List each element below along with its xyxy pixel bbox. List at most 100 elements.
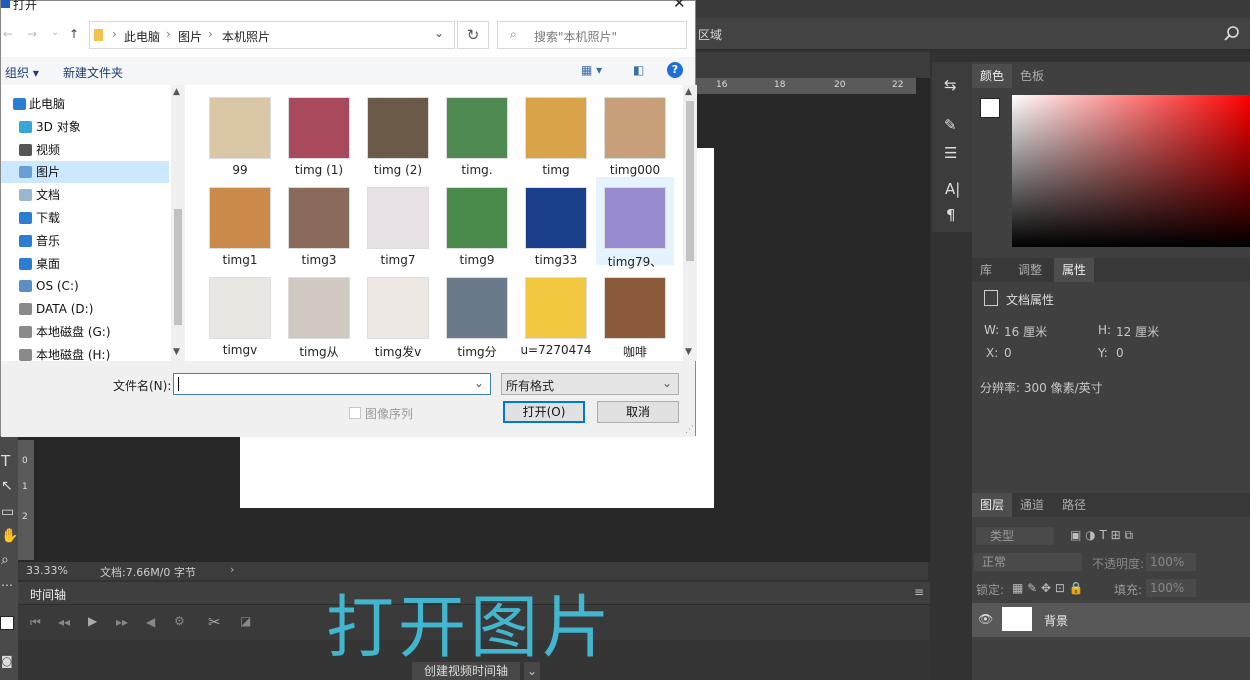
file-item[interactable]: u=7270474 [517,267,595,357]
breadcrumb-item[interactable]: 此电脑 [124,28,160,45]
blend-mode-select[interactable]: 正常 [974,553,1082,571]
eye-icon[interactable]: 👁 [978,612,993,626]
tab-swatches[interactable]: 色板 [1012,64,1052,88]
color-picker-field[interactable] [1012,95,1250,247]
layer-row[interactable]: 👁 背景 [972,603,1250,637]
history-icon[interactable]: ⇆ [944,76,957,94]
sidebar-item[interactable]: 音乐 [1,230,169,252]
resize-grip-icon[interactable]: ⋰ [685,425,694,435]
sequence-checkbox[interactable] [349,407,361,419]
ps-menu-fragment[interactable]: 区域 [698,26,722,43]
layer-filter[interactable]: 类型 [976,527,1054,545]
chevron-down-icon[interactable]: ⌄ [662,376,672,390]
type-tool-icon[interactable]: T [1,452,10,470]
tab-paths[interactable]: 路径 [1054,493,1094,517]
play-icon[interactable]: ▶ [88,614,97,628]
sidebar-item[interactable]: 3D 对象 [1,116,169,138]
help-icon[interactable]: ? [667,62,683,78]
file-item[interactable]: timg000 [596,87,674,177]
scroll-up-icon[interactable]: ▲ [173,87,180,97]
sidebar-item[interactable]: 图片 [1,161,169,184]
file-item[interactable]: timg. [438,87,516,177]
y-value[interactable]: 0 [1116,346,1124,360]
tab-layers[interactable]: 图层 [972,493,1013,517]
filename-input[interactable]: ⌄ [173,373,491,395]
tab-libraries[interactable]: 库 [972,258,1000,282]
layer-name[interactable]: 背景 [1044,612,1068,629]
file-item[interactable]: timg (1) [280,87,358,177]
recent-chevron-icon[interactable]: ⌄ [51,27,59,38]
file-item[interactable]: timg33 [517,177,595,267]
up-icon[interactable]: ↑ [69,27,79,41]
x-value[interactable]: 0 [1004,346,1012,360]
file-item[interactable]: timg7 [359,177,437,267]
sidebar-item[interactable]: DATA (D:) [1,298,169,320]
more-tools-icon[interactable]: ⋯ [1,578,13,592]
file-item[interactable]: 99 [201,87,279,177]
file-item[interactable]: timg [517,87,595,177]
file-item[interactable]: timgv [201,267,279,357]
scissors-icon[interactable]: ✂ [208,613,221,631]
tab-color[interactable]: 颜色 [972,64,1013,88]
foreground-color-swatch[interactable] [0,616,14,630]
new-folder-button[interactable]: 新建文件夹 [63,64,123,81]
refresh-icon[interactable]: ↻ [457,21,489,49]
preview-pane-icon[interactable]: ◧ [633,63,644,77]
breadcrumb-item[interactable]: 图片 [178,28,202,45]
sidebar-item[interactable]: 文档 [1,184,169,206]
chevron-down-icon[interactable]: ⌄ [434,26,444,40]
foreground-color-swatch[interactable] [980,98,1000,118]
search-icon[interactable] [1224,26,1240,42]
organize-button[interactable]: 组织 ▾ [5,64,39,81]
file-item[interactable]: timg1 [201,177,279,267]
first-frame-icon[interactable]: ⏮ [30,615,41,630]
paragraph-icon[interactable]: ¶ [946,206,956,224]
chevron-right-icon[interactable]: › [230,563,234,576]
close-icon[interactable]: ✕ [673,0,686,12]
view-mode-icon[interactable]: ▦ ▾ [581,63,602,77]
w-value[interactable]: 16 厘米 [1004,323,1047,340]
breadcrumb-item[interactable]: 本机照片 [222,28,270,45]
filetype-select[interactable]: 所有格式 ⌄ [501,373,679,395]
transition-icon[interactable]: ◪ [240,614,251,628]
forward-icon[interactable]: → [27,27,37,41]
path-select-icon[interactable]: ↖ [1,478,13,494]
fill-value[interactable]: 100% [1146,579,1196,597]
panel-menu-icon[interactable]: ≡ [914,585,924,599]
cancel-button[interactable]: 取消 [597,401,679,423]
shape-tool-icon[interactable]: ▭ [1,504,14,520]
file-item[interactable]: timg79、 [596,177,674,269]
lock-icons[interactable]: ▦ ✎ ✥ ⊡ 🔒 [1012,581,1084,595]
file-item[interactable]: 咖啡 [596,267,674,359]
search-box[interactable]: ⌕ 搜索"本机照片" [497,21,687,49]
character-icon[interactable]: A| [945,180,960,198]
brush-icon[interactable]: ✎ [944,116,957,134]
file-item[interactable]: timg3 [280,177,358,267]
sidebar-item[interactable]: 此电脑 [1,93,169,115]
timeline-tab[interactable]: 时间轴 [30,586,66,603]
sidebar-item[interactable]: 本地磁盘 (G:) [1,321,169,343]
address-bar[interactable]: › 此电脑 › 图片 › 本机照片 ⌄ [89,21,455,49]
brush-settings-icon[interactable]: ☰ [944,144,957,162]
scrollbar-thumb[interactable] [686,101,694,261]
back-icon[interactable]: ← [3,27,13,41]
next-frame-icon[interactable]: ▸▸ [116,615,128,629]
scroll-up-icon[interactable]: ▲ [685,87,692,97]
file-item[interactable]: timg发v [359,267,437,359]
tab-properties[interactable]: 属性 [1054,258,1095,282]
h-value[interactable]: 12 厘米 [1116,323,1159,340]
file-grid-scrollbar[interactable]: ▲ ▼ [683,85,697,361]
scroll-down-icon[interactable]: ▼ [685,347,692,357]
open-button[interactable]: 打开(O) [503,401,585,423]
scrollbar-thumb[interactable] [174,209,182,325]
sidebar-item[interactable]: 下载 [1,207,169,229]
hand-tool-icon[interactable]: ✋ [1,528,18,544]
chevron-down-icon[interactable]: ⌄ [474,376,484,390]
sidebar-item[interactable]: 桌面 [1,253,169,275]
tab-adjustments[interactable]: 调整 [1010,258,1050,282]
settings-icon[interactable]: ⚙ [174,614,185,628]
sidebar-item[interactable]: OS (C:) [1,275,169,297]
tab-channels[interactable]: 通道 [1012,493,1052,517]
zoom-tool-icon[interactable]: ⌕ [1,552,9,568]
file-item[interactable]: timg9 [438,177,516,267]
